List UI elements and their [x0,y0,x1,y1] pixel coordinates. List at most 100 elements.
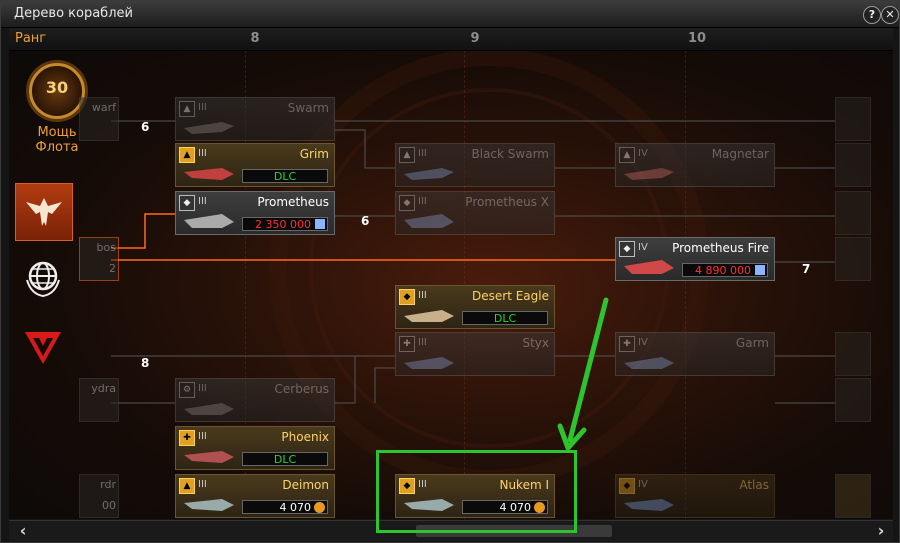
ship-card-atlas[interactable]: ◆ IV Atlas [615,474,775,518]
ship-icon [404,310,454,322]
credits-icon [755,265,765,275]
triangle-emblem-icon [25,332,61,364]
ship-tier: III [198,102,207,113]
ship-name: Prometheus [257,195,329,209]
ship-tier: IV [638,337,648,348]
ship-name: Cerberus [274,382,330,396]
offscreen-ship-price: 00 [102,499,116,512]
ecm-class-icon: ◆ [179,195,195,211]
ship-name: Black Swarm [471,147,549,161]
ship-card-prometheus-x[interactable]: ◆ III Prometheus X [395,191,555,235]
eagle-icon [26,198,62,226]
credits-icon [315,219,325,229]
annotation-highlight-box [376,450,577,533]
offscreen-ship-card[interactable] [835,378,871,422]
ship-name: Grim [299,147,329,161]
window-title: Дерево кораблей [14,6,133,21]
price-value: 4 070 [279,501,312,514]
ship-icon [404,168,454,180]
offscreen-ship-card[interactable] [835,237,871,281]
ship-name: Atlas [739,478,769,492]
gold-coin-icon [314,502,325,513]
offscreen-ship-card[interactable]: rdr 00 [79,474,119,518]
ship-name: Swarm [287,101,329,115]
ship-card-prometheus[interactable]: ◆ III Prometheus 2 350 000 [175,191,335,235]
offscreen-ship-name: ydra [91,382,116,395]
ship-tier: III [198,479,207,490]
faction-eagle-tab[interactable] [15,183,73,241]
offscreen-ship-card[interactable] [835,332,871,376]
ecm-class-icon: ◆ [399,195,415,211]
ship-price: DLC [462,311,548,325]
ship-tier: III [198,148,207,159]
recon-class-icon: ▲ [179,101,195,117]
offscreen-ship-card[interactable] [835,97,871,141]
ship-card-swarm[interactable]: ▲ III Swarm [175,97,335,141]
recon-class-icon: ▲ [179,147,195,163]
ship-icon [624,168,674,180]
faction-globe-tab[interactable] [15,250,71,306]
ship-icon [184,122,234,134]
ship-icon [624,499,674,511]
upgrade-count: 8 [141,356,150,370]
ship-tier: IV [638,242,648,253]
close-button[interactable]: ✕ [881,6,899,24]
scroll-left-arrow-icon[interactable]: ‹ [13,521,33,541]
offscreen-ship-card[interactable]: ydra [79,378,119,422]
recon-class-icon: ▲ [399,147,415,163]
offscreen-ship-card[interactable] [835,474,871,518]
ecm-class-icon: ◆ [619,478,635,494]
ship-tier: III [198,196,207,207]
ship-card-black-swarm[interactable]: ▲ III Black Swarm [395,143,555,187]
tree-area: Ранг 8 9 10 30 Мощь Флота warf bos 2 ydr… [9,28,893,519]
scroll-right-arrow-icon[interactable]: › [871,521,891,541]
ship-icon [184,214,234,228]
rank-badge: 30 [29,63,85,119]
ship-card-phoenix[interactable]: ✚ III Phoenix DLC [175,426,335,470]
offscreen-ship-card[interactable] [835,191,871,235]
ship-icon [184,168,234,180]
faction-red-tab[interactable] [15,318,71,374]
ship-card-styx[interactable]: ✚ III Styx [395,332,555,376]
ship-name: Prometheus Fire [672,241,769,255]
ship-name: Deimon [282,478,329,492]
ship-card-prometheus-fire[interactable]: ◆ IV Prometheus Fire 4 890 000 [615,237,775,281]
offscreen-ship-card[interactable]: bos 2 [79,237,119,281]
ship-card-deimon[interactable]: ▲ III Deimon 4 070 [175,474,335,518]
ship-card-garm[interactable]: ✚ IV Garm [615,332,775,376]
ship-card-grim[interactable]: ▲ III Grim DLC [175,143,335,187]
ship-price: DLC [242,452,328,466]
command-class-icon: ✚ [399,336,415,352]
price-value: 2 350 000 [255,218,311,231]
ship-icon [184,499,234,511]
ship-name: Prometheus X [465,195,549,209]
ship-card-desert-eagle[interactable]: ◆ III Desert Eagle DLC [395,285,555,329]
upgrade-count: 6 [141,120,150,134]
price-value: 4 890 000 [695,264,751,277]
offscreen-ship-card[interactable] [835,143,871,187]
offscreen-ship-name: bos [96,241,116,254]
ship-price: 4 070 [242,500,328,514]
ship-name: Garm [735,336,769,350]
ship-tier: IV [638,148,648,159]
ship-name: Magnetar [711,147,769,161]
ship-tier: III [418,337,427,348]
ship-name: Styx [522,336,549,350]
ship-icon [404,357,454,369]
ship-price: 4 890 000 [682,263,768,277]
upgrade-count: 7 [802,262,811,276]
offscreen-ship-price: 2 [109,262,116,275]
offscreen-ship-card[interactable]: warf [79,97,119,141]
ship-card-cerberus[interactable]: ⚙ III Cerberus [175,378,335,422]
command-class-icon: ✚ [179,430,195,446]
ship-price: 2 350 000 [242,217,328,231]
ship-icon [184,403,234,415]
ship-card-magnetar[interactable]: ▲ IV Magnetar [615,143,775,187]
globe-icon [26,261,60,298]
ship-icon [624,357,674,369]
help-button[interactable]: ? [863,6,881,24]
title-bar: Дерево кораблей ? ✕ [1,1,899,28]
ecm-class-icon: ◆ [619,241,635,257]
engineer-class-icon: ⚙ [179,382,195,398]
ship-tier: III [418,148,427,159]
